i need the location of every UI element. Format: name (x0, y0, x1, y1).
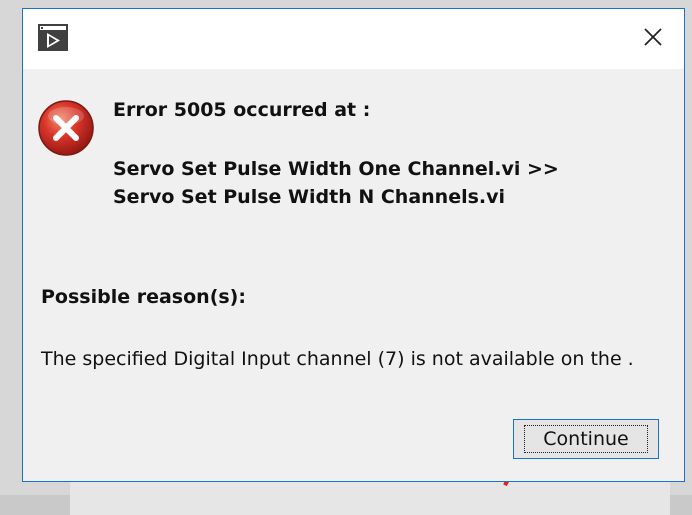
labview-run-icon (37, 21, 69, 53)
possible-reasons-label: Possible reason(s): (41, 286, 246, 308)
error-heading: Error 5005 occurred at : (113, 99, 371, 121)
call-chain-line: Servo Set Pulse Width One Channel.vi >> (113, 158, 559, 180)
call-chain-line: Servo Set Pulse Width N Channels.vi (113, 186, 506, 208)
possible-reasons-text: The specified Digital Input channel (7) … (41, 348, 634, 370)
error-icon (37, 99, 95, 157)
dialog-content: Error 5005 occurred at : Servo Set Pulse… (23, 69, 684, 481)
close-icon (644, 28, 662, 46)
error-call-chain: Servo Set Pulse Width One Channel.vi >> … (113, 155, 559, 211)
close-button[interactable] (630, 17, 676, 57)
continue-button[interactable]: Continue (513, 419, 659, 459)
error-dialog: Error 5005 occurred at : Servo Set Pulse… (22, 8, 685, 482)
continue-button-label: Continue (524, 425, 648, 453)
dialog-titlebar[interactable] (23, 9, 684, 69)
